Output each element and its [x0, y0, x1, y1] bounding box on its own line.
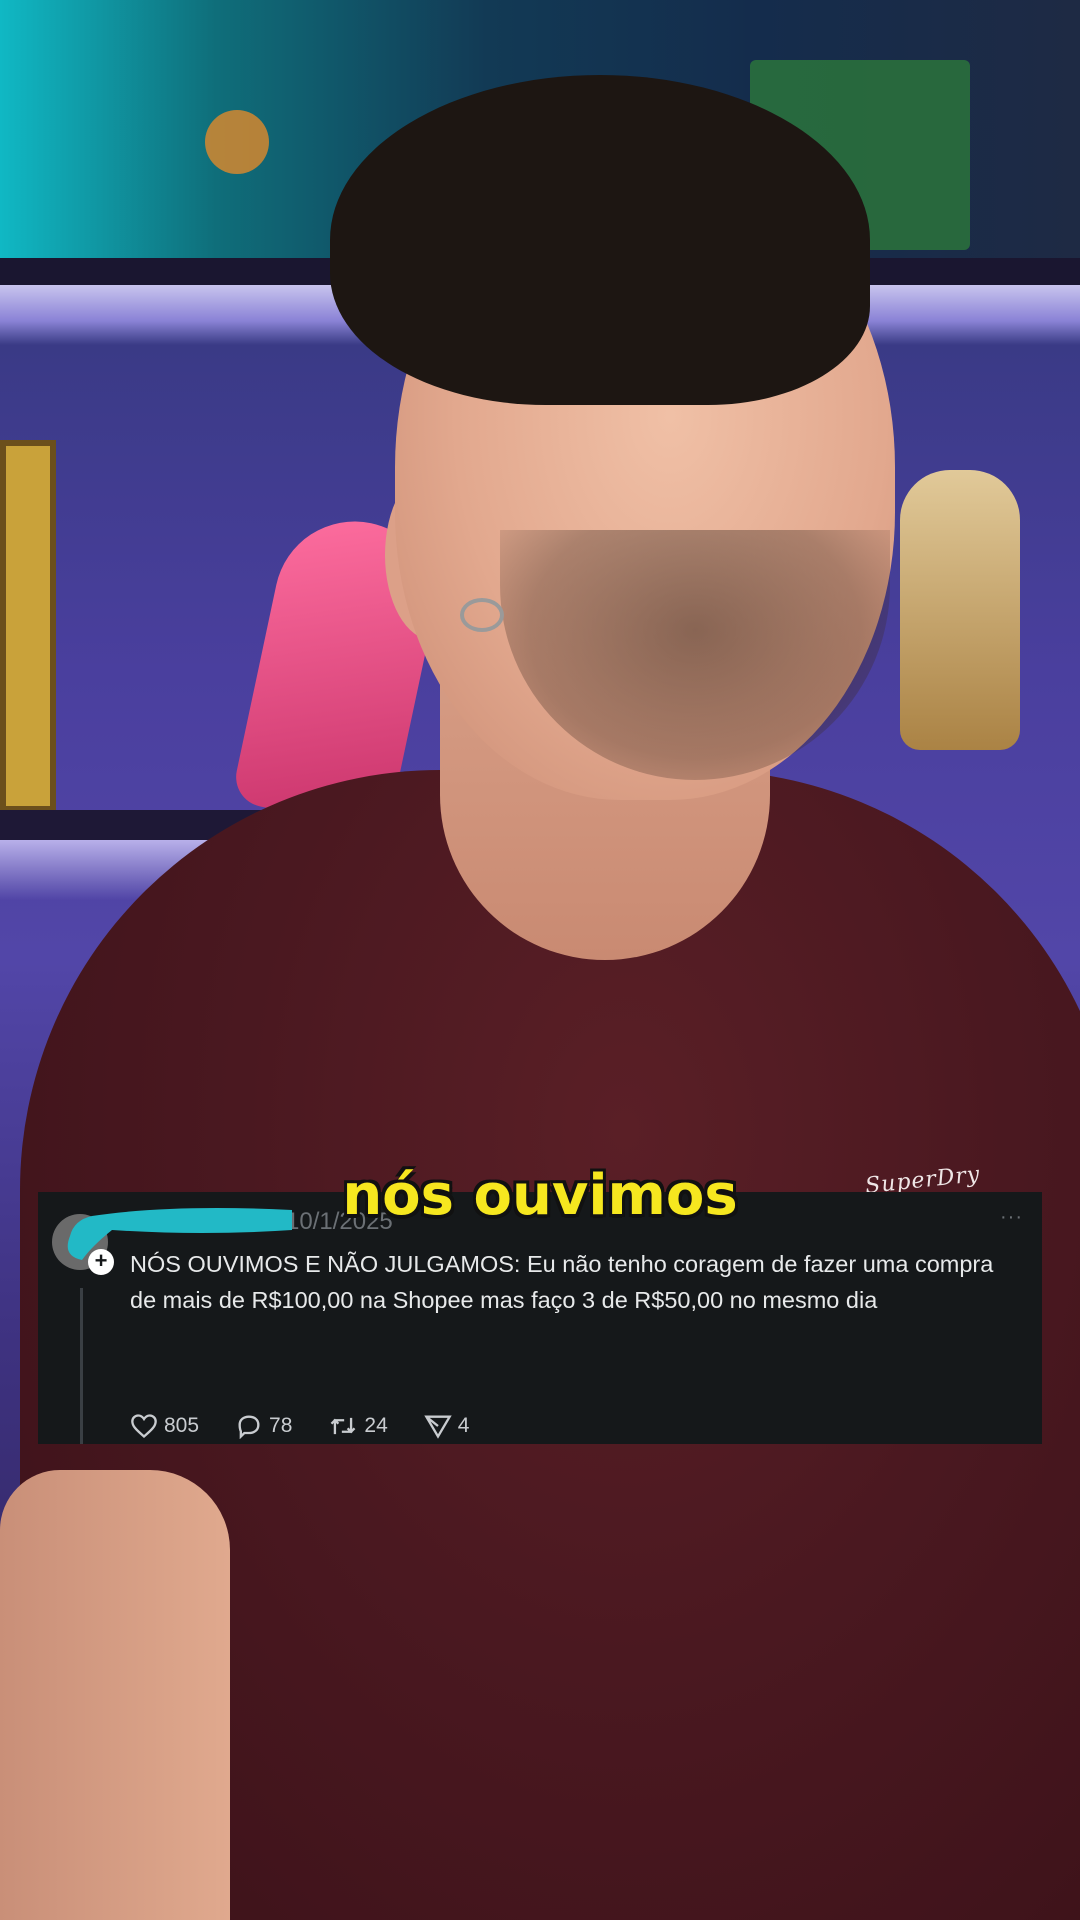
- reply-icon: [238, 1415, 260, 1439]
- background-toy-gold: [900, 470, 1020, 750]
- person-hair: [330, 75, 870, 405]
- like-count: 805: [164, 1414, 200, 1437]
- share-icon: [424, 1415, 452, 1439]
- reply-button[interactable]: 78: [235, 1413, 292, 1439]
- follow-plus-icon[interactable]: +: [88, 1249, 114, 1275]
- tweet-actions: 805 78 24 4: [130, 1408, 505, 1444]
- share-count: 4: [457, 1414, 470, 1437]
- repost-icon: [331, 1417, 356, 1435]
- repost-button[interactable]: 24: [328, 1413, 388, 1439]
- thread-line: [80, 1288, 83, 1444]
- like-button[interactable]: 805: [130, 1413, 199, 1439]
- reply-count: 78: [269, 1414, 293, 1437]
- person-arm: [0, 1470, 230, 1920]
- repost-count: 24: [364, 1414, 388, 1437]
- background-toy-orange: [205, 110, 269, 174]
- heart-icon: [131, 1414, 157, 1439]
- tweet-text-line: de mais de R$100,00 na Shopee mas faço 3…: [130, 1287, 878, 1313]
- video-frame: SuperDry + 10/1/2025 ··· NÓS OUVIMOS E N…: [0, 0, 1080, 1920]
- person-earring: [460, 598, 504, 632]
- background-frame: [0, 440, 56, 812]
- share-button[interactable]: 4: [424, 1413, 470, 1439]
